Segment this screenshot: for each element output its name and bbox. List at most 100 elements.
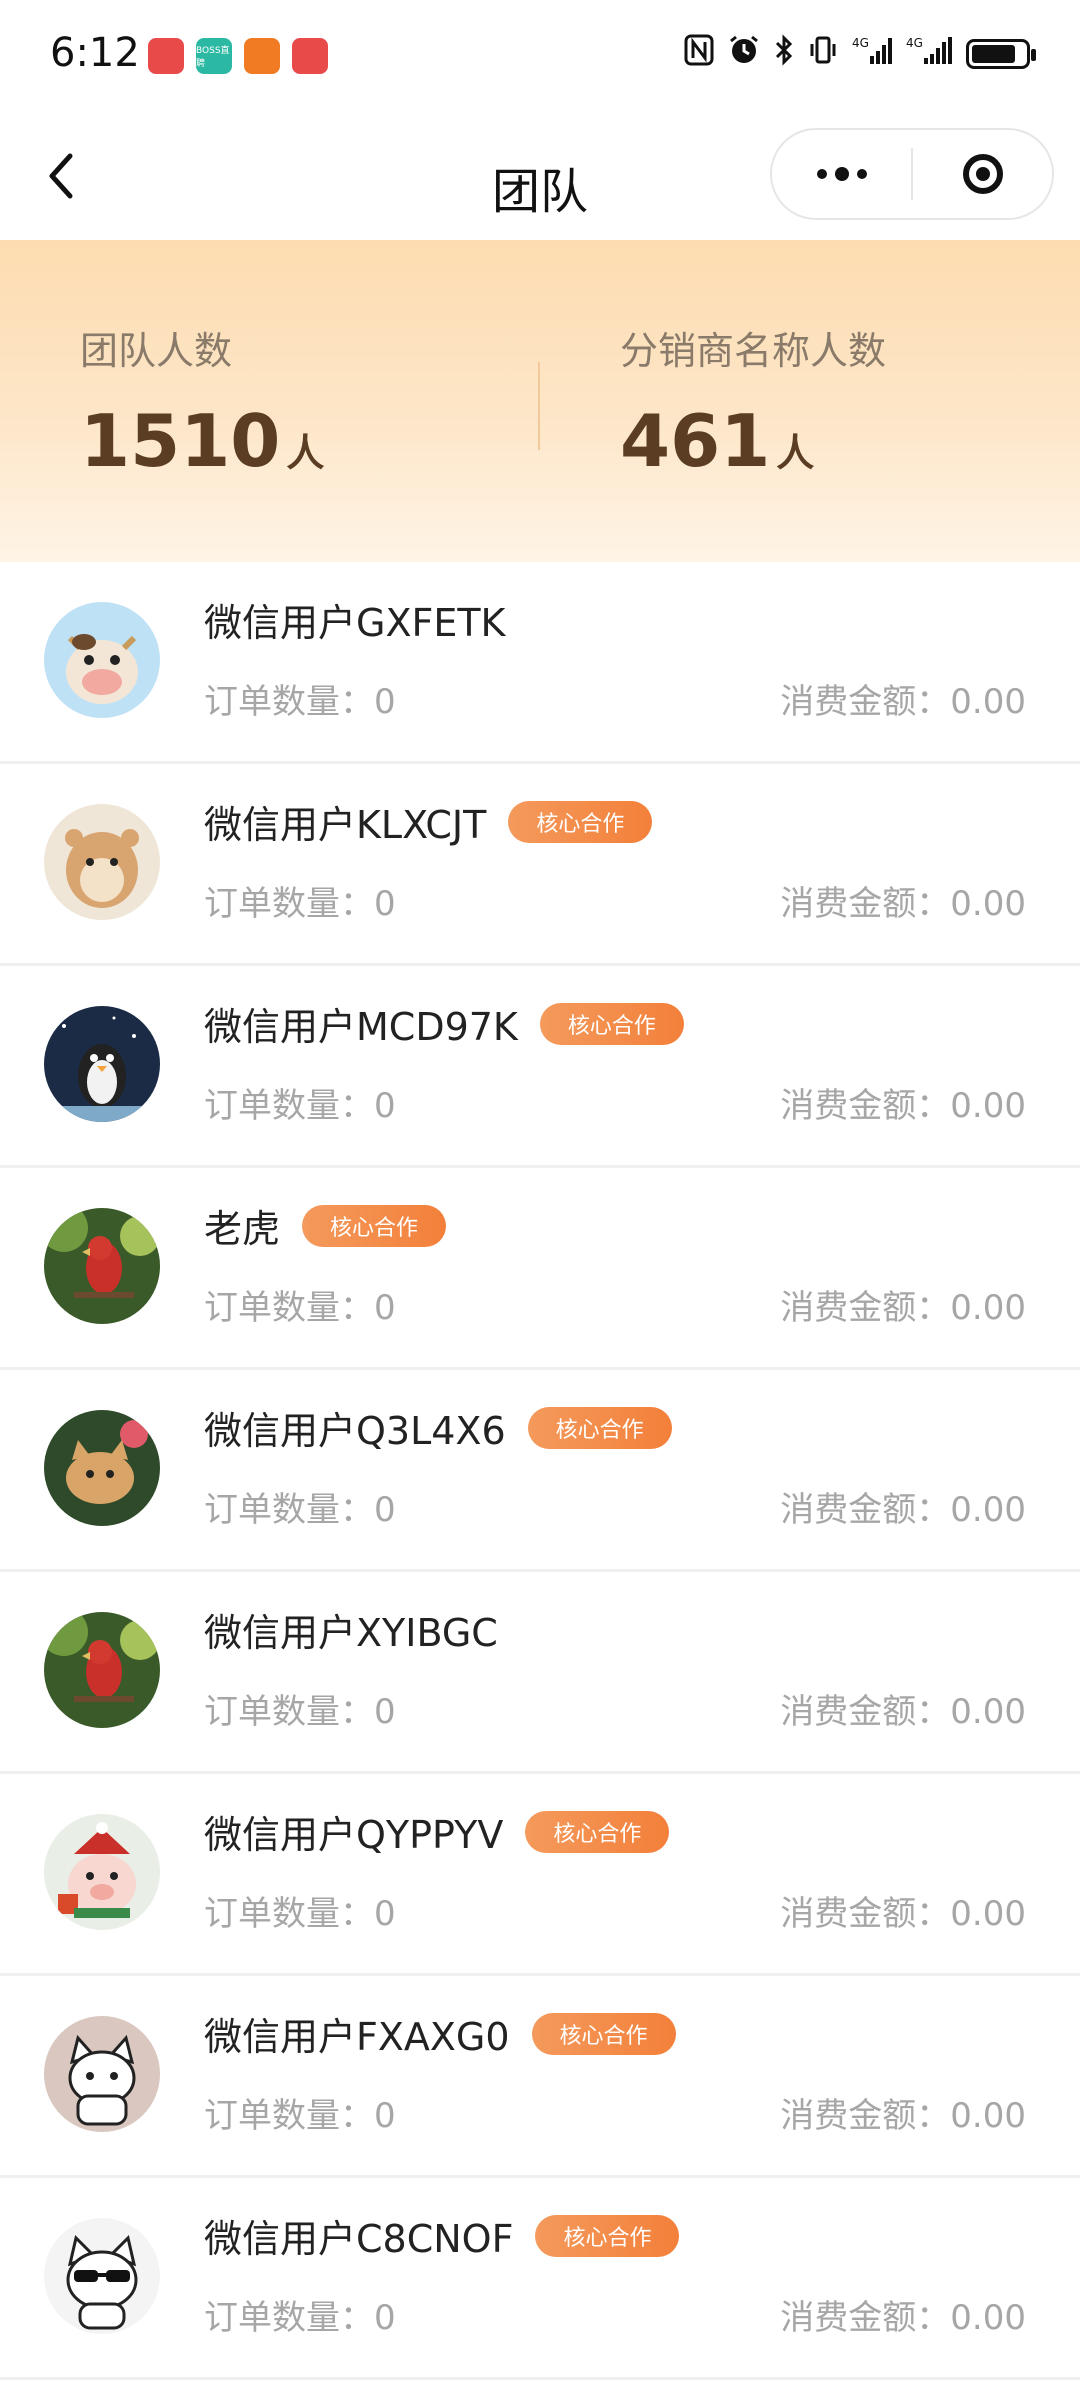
distributor-count-unit: 人: [776, 431, 815, 475]
team-count-stat: 团队人数 1510 人: [80, 320, 324, 483]
order-count: 订单数量：0: [204, 674, 396, 723]
order-count-label: 订单数量：: [204, 1086, 374, 1126]
core-partner-badge: 核心合作: [508, 800, 653, 843]
spend-amount-label: 消费金额：: [780, 2298, 951, 2338]
order-count: 订单数量：0: [204, 876, 396, 925]
status-bar: 6:12 BOSS直聘 4G 4G: [0, 0, 1080, 112]
battery-fill: [972, 44, 1015, 63]
alarm-icon: [728, 34, 760, 73]
order-count: 订单数量：0: [204, 1280, 396, 1329]
spend-amount: 消费金额：0.00: [780, 1078, 1026, 1127]
spend-amount-value: 0.00: [950, 1692, 1026, 1732]
spend-amount: 消费金额：0.00: [780, 876, 1026, 925]
member-name: 微信用户FXAXG0: [204, 2015, 510, 2059]
member-name: 微信用户Q3L4X6: [204, 1409, 506, 1453]
order-count: 订单数量：0: [204, 2088, 396, 2137]
spend-amount-label: 消费金额：: [780, 2096, 951, 2136]
order-count-value: 0: [374, 884, 396, 924]
signal-2-label: 4G: [906, 36, 923, 50]
member-row[interactable]: 微信用户QYPPYV 核心合作 订单数量：0 消费金额：0.00: [0, 1774, 1080, 1976]
order-count: 订单数量：0: [204, 2290, 396, 2339]
mini-program-capsule: [770, 128, 1054, 220]
spend-amount-value: 0.00: [950, 1490, 1026, 1530]
close-button[interactable]: [913, 130, 1052, 218]
spend-amount-label: 消费金额：: [780, 1692, 951, 1732]
order-count-label: 订单数量：: [204, 1288, 374, 1328]
order-count-label: 订单数量：: [204, 1490, 374, 1530]
member-name: 微信用户XYIBGC: [204, 1611, 498, 1655]
order-count-value: 0: [374, 1894, 396, 1934]
avatar: [44, 1410, 160, 1526]
avatar: [44, 1612, 160, 1728]
navigation-bar: 团队: [0, 112, 1080, 240]
avatar: [44, 1814, 160, 1930]
member-row[interactable]: 微信用户XYIBGC 订单数量：0 消费金额：0.00: [0, 1572, 1080, 1774]
spend-amount-label: 消费金额：: [780, 884, 951, 924]
member-row[interactable]: 微信用户GXFETK 订单数量：0 消费金额：0.00: [0, 562, 1080, 764]
member-name: 微信用户GXFETK: [204, 601, 506, 645]
member-row[interactable]: 微信用户KLXCJT 核心合作订单数量：0 消费金额：0.00: [0, 764, 1080, 966]
spend-amount-label: 消费金额：: [780, 1288, 951, 1328]
member-name: 微信用户MCD97K: [204, 1005, 518, 1049]
more-dot-icon: [856, 169, 867, 179]
distributor-count-stat: 分销商名称人数 461 人: [620, 320, 886, 483]
core-partner-badge: 核心合作: [535, 2214, 680, 2257]
member-row[interactable]: 微信用户MCD97K 核心合作订单数量：0 消费金额：0.00: [0, 966, 1080, 1168]
avatar: [44, 1006, 160, 1122]
member-name: 微信用户KLXCJT: [204, 803, 487, 847]
more-dot-icon: [834, 167, 849, 181]
member-name: 微信用户C8CNOF: [204, 2217, 514, 2261]
avatar: [44, 1208, 160, 1324]
order-count-label: 订单数量：: [204, 682, 374, 722]
core-partner-badge: 核心合作: [539, 1002, 684, 1045]
red-app-icon: [148, 38, 184, 74]
spend-amount-value: 0.00: [950, 682, 1026, 722]
core-partner-badge: 核心合作: [302, 1204, 447, 1247]
stat-divider: [538, 362, 540, 450]
close-target-icon: [962, 154, 1003, 194]
spend-amount-label: 消费金额：: [780, 1490, 951, 1530]
order-count: 订单数量：0: [204, 1482, 396, 1531]
avatar: [44, 2016, 160, 2132]
core-partner-badge: 核心合作: [527, 1406, 672, 1449]
spend-amount-label: 消费金额：: [780, 1894, 951, 1934]
order-count-label: 订单数量：: [204, 2096, 374, 2136]
status-indicators: 4G 4G: [684, 34, 1036, 73]
order-count-label: 订单数量：: [204, 1692, 374, 1732]
core-partner-badge: 核心合作: [531, 2012, 676, 2055]
notification-app-icons: BOSS直聘: [148, 38, 328, 74]
distributor-count-value: 461: [620, 399, 771, 483]
spend-amount: 消费金额：0.00: [780, 1684, 1026, 1733]
order-count: 订单数量：0: [204, 1684, 396, 1733]
member-name: 微信用户QYPPYV: [204, 1813, 504, 1857]
team-count-label: 团队人数: [80, 329, 233, 373]
vibrate-icon: [808, 34, 838, 73]
spend-amount: 消费金额：0.00: [780, 1482, 1026, 1531]
avatar: [44, 804, 160, 920]
battery-icon: [966, 38, 1036, 69]
member-list: 微信用户GXFETK 订单数量：0 消费金额：0.00 微信用户KLXCJT 核心合作订…: [0, 562, 1080, 2380]
member-row[interactable]: 微信用户C8CNOF 核心合作 订单数量：0 消费金额：0.00: [0, 2178, 1080, 2380]
order-count-value: 0: [374, 2096, 396, 2136]
member-row[interactable]: 老虎 核心合作 订单数量：0 消费金额：0.00: [0, 1168, 1080, 1370]
member-row[interactable]: 微信用户FXAXG0 核心合作 订单数量：0 消费金额：0.00: [0, 1976, 1080, 2178]
orange-app-icon: [244, 38, 280, 74]
avatar: [44, 602, 160, 718]
order-count: 订单数量：0: [204, 1078, 396, 1127]
order-count-value: 0: [374, 1288, 396, 1328]
status-time: 6:12: [50, 30, 140, 76]
signal-1-label: 4G: [852, 36, 869, 50]
team-summary: 团队人数 1510 人 分销商名称人数 461 人: [0, 240, 1080, 562]
member-row[interactable]: 微信用户Q3L4X6 核心合作订单数量：0 消费金额：0.00: [0, 1370, 1080, 1572]
order-count-value: 0: [374, 682, 396, 722]
spend-amount: 消费金额：0.00: [780, 674, 1026, 723]
more-dot-icon: [816, 169, 827, 179]
order-count-value: 0: [374, 1086, 396, 1126]
signal-icon-2: 4G: [906, 34, 952, 73]
bluetooth-icon: [774, 34, 794, 73]
distributor-count-label: 分销商名称人数: [620, 329, 887, 373]
more-button[interactable]: [772, 130, 911, 218]
avatar: [44, 2218, 160, 2334]
order-count-value: 0: [374, 1692, 396, 1732]
spend-amount-value: 0.00: [950, 1894, 1026, 1934]
